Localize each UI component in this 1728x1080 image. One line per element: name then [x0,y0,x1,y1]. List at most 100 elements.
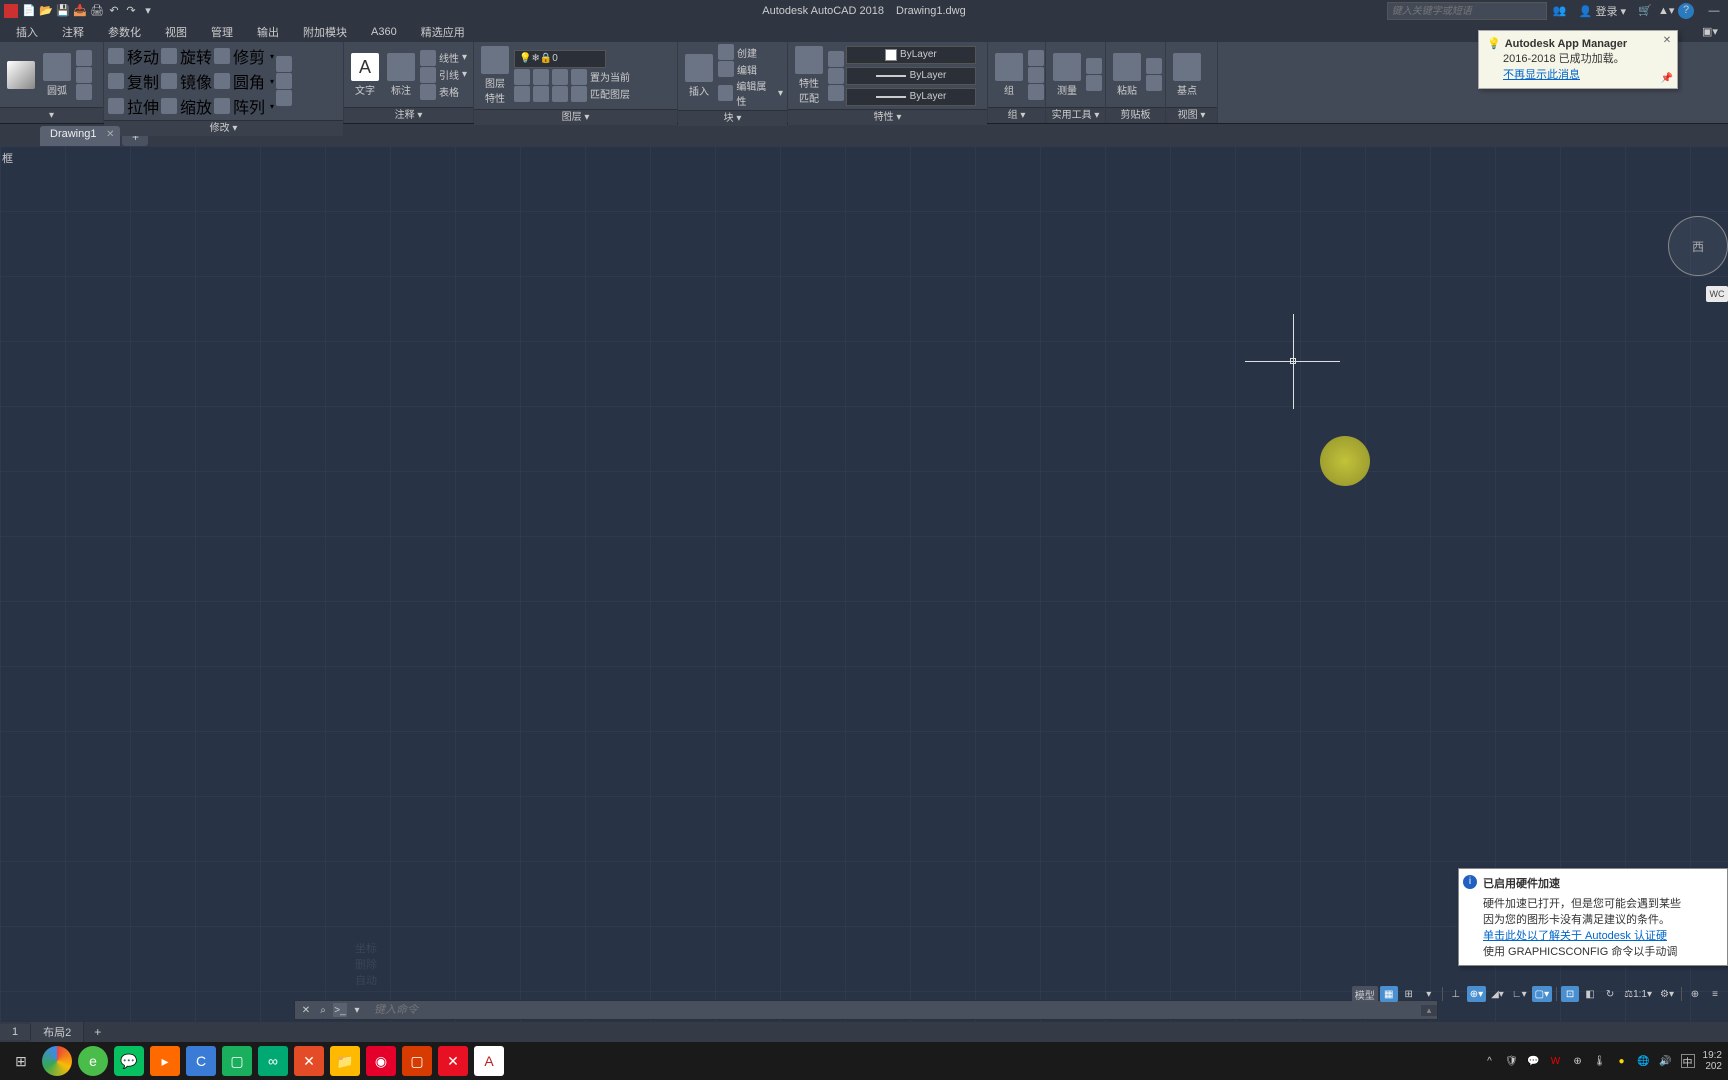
group-button[interactable]: 组 [992,51,1026,99]
panel-layer-label[interactable]: 图层 ▾ [474,109,677,125]
tray-icon2[interactable]: 💬 [1527,1054,1541,1068]
modify-extra2-icon[interactable] [276,73,292,89]
layer-tool2-icon[interactable] [533,69,549,85]
layer-tool3-icon[interactable] [552,69,568,85]
set-current-button[interactable]: 置为当前 [590,69,630,84]
menu-annotate[interactable]: 注释 [50,22,96,42]
util-icon1[interactable] [1086,58,1102,74]
dimension-button[interactable]: 标注 [384,51,418,99]
print-icon[interactable]: 🖨 [90,4,104,18]
app8-icon[interactable]: ✕ [438,1046,468,1076]
layer-combo[interactable]: 💡❄🔒 0 [514,50,606,68]
status-gear-icon[interactable]: ⚙▾ [1657,986,1677,1002]
autocad-icon[interactable]: A [474,1046,504,1076]
layer-tool6-icon[interactable] [533,86,549,102]
taskview-icon[interactable]: ⊞ [6,1046,36,1076]
command-line[interactable]: ✕ ⌕ >_ ▾ ▴ [294,1000,1438,1020]
menu-featured[interactable]: 精选应用 [409,22,477,42]
move-button[interactable]: 移动 [108,44,159,68]
text-button[interactable]: A文字 [348,51,382,99]
status-ortho-icon[interactable]: ⊥ [1447,986,1465,1002]
wcs-badge[interactable]: WC [1706,286,1728,302]
menu-insert[interactable]: 插入 [4,22,50,42]
block-insert-button[interactable]: 插入 [682,52,716,100]
cmd-close-icon[interactable]: ✕ [299,1003,313,1017]
app7-icon[interactable]: ▢ [402,1046,432,1076]
layout-tab-1[interactable]: 1 [0,1024,31,1040]
modify-extra3-icon[interactable] [276,90,292,106]
saveas-icon[interactable]: 📥 [73,4,87,18]
match-props-button[interactable]: 特性 匹配 [792,44,826,107]
file-tab-drawing1[interactable]: Drawing1✕ [40,126,120,146]
explorer-icon[interactable]: 📁 [330,1046,360,1076]
tray-icon1[interactable]: 🛡 [1505,1054,1519,1068]
panel-props-label[interactable]: 特性 ▾ [788,109,987,125]
mirror-button[interactable]: 镜像 [161,69,212,93]
copy-button[interactable]: 复制 [108,69,159,93]
panel-block-label[interactable]: 块 ▾ [678,110,787,126]
tray-icon6[interactable]: ● [1615,1054,1629,1068]
panel-util-label[interactable]: 实用工具 ▾ [1046,107,1105,123]
status-iso-icon[interactable]: ◢▾ [1488,986,1507,1002]
app-menu-icon[interactable] [4,4,18,18]
menu-output[interactable]: 输出 [245,22,291,42]
leader-button[interactable]: 引线▾ [420,67,467,83]
layer-props-button[interactable]: 图层 特性 [478,44,512,107]
status-snap-icon[interactable]: ⊞ [1400,986,1418,1002]
measure-button[interactable]: 测量 [1050,51,1084,99]
modify-extra1-icon[interactable] [276,56,292,72]
copy-clip-icon[interactable] [1146,75,1162,91]
status-customize-icon[interactable]: ≡ [1706,986,1724,1002]
block-editattr-button[interactable]: 编辑属性▾ [718,78,783,108]
panel-clip-label[interactable]: 剪贴板 [1106,107,1165,123]
stretch-button[interactable]: 拉伸 [108,94,159,118]
command-input[interactable] [368,1004,1421,1016]
open-icon[interactable]: 📂 [39,4,53,18]
status-trans-icon[interactable]: ◧ [1581,986,1599,1002]
array-button[interactable]: 阵列▾ [214,94,274,118]
table-button[interactable]: 表格 [420,84,467,100]
infocenter-icon[interactable]: 👥 [1553,4,1567,18]
redo-icon[interactable]: ↷ [124,4,138,18]
status-grid-icon[interactable]: ▦ [1380,986,1398,1002]
exchange-icon[interactable]: 🛒 [1638,4,1652,18]
undo-icon[interactable]: ↶ [107,4,121,18]
group-icon2[interactable] [1028,67,1044,83]
pin-icon[interactable]: 📌 [1661,73,1673,84]
status-max-icon[interactable]: ⊕ [1686,986,1704,1002]
popup1-close-icon[interactable]: ✕ [1661,35,1673,47]
layer-tool7-icon[interactable] [552,86,568,102]
tray-icon5[interactable]: 🌡 [1593,1054,1607,1068]
fillet-button[interactable]: 圆角▾ [214,69,274,93]
util-icon2[interactable] [1086,75,1102,91]
tray-net-icon[interactable]: 🌐 [1637,1054,1651,1068]
status-osnap-icon[interactable]: ∟▾ [1509,986,1530,1002]
rect-icon[interactable] [76,84,92,100]
help-icon[interactable]: ? [1678,3,1694,19]
basepoint-button[interactable]: 基点 [1170,51,1204,99]
viewcube[interactable]: 西 [1668,216,1728,276]
trim-button[interactable]: 修剪▾ [214,44,274,68]
tray-icon3[interactable]: W [1549,1054,1563,1068]
layer-tool1-icon[interactable] [514,69,530,85]
cut-icon[interactable] [1146,58,1162,74]
arc-button[interactable]: 圆弧 [40,51,74,99]
tray-vol-icon[interactable]: 🔊 [1659,1054,1673,1068]
tray-up-icon[interactable]: ^ [1483,1054,1497,1068]
scale-button[interactable]: 缩放 [161,94,212,118]
app1-icon[interactable]: ▸ [150,1046,180,1076]
layer-tool4-icon[interactable] [571,69,587,85]
menu-parametric[interactable]: 参数化 [96,22,153,42]
layout-tab-2[interactable]: 布局2 [31,1022,84,1042]
polyline-icon[interactable] [76,50,92,66]
props-icon1[interactable] [828,51,844,67]
status-lwt-icon[interactable]: ⊡ [1561,986,1579,1002]
status-otrack-icon[interactable]: ▢▾ [1532,986,1552,1002]
tray-ime[interactable]: 中 [1681,1054,1695,1068]
clock[interactable]: 19:2202 [1703,1050,1722,1072]
layout-add-button[interactable]: + [84,1023,111,1041]
app2-icon[interactable]: C [186,1046,216,1076]
block-edit-button[interactable]: 编辑 [718,61,783,77]
status-model[interactable]: 模型 [1352,986,1378,1002]
cloud-icon[interactable]: ▲▾ [1658,4,1672,18]
